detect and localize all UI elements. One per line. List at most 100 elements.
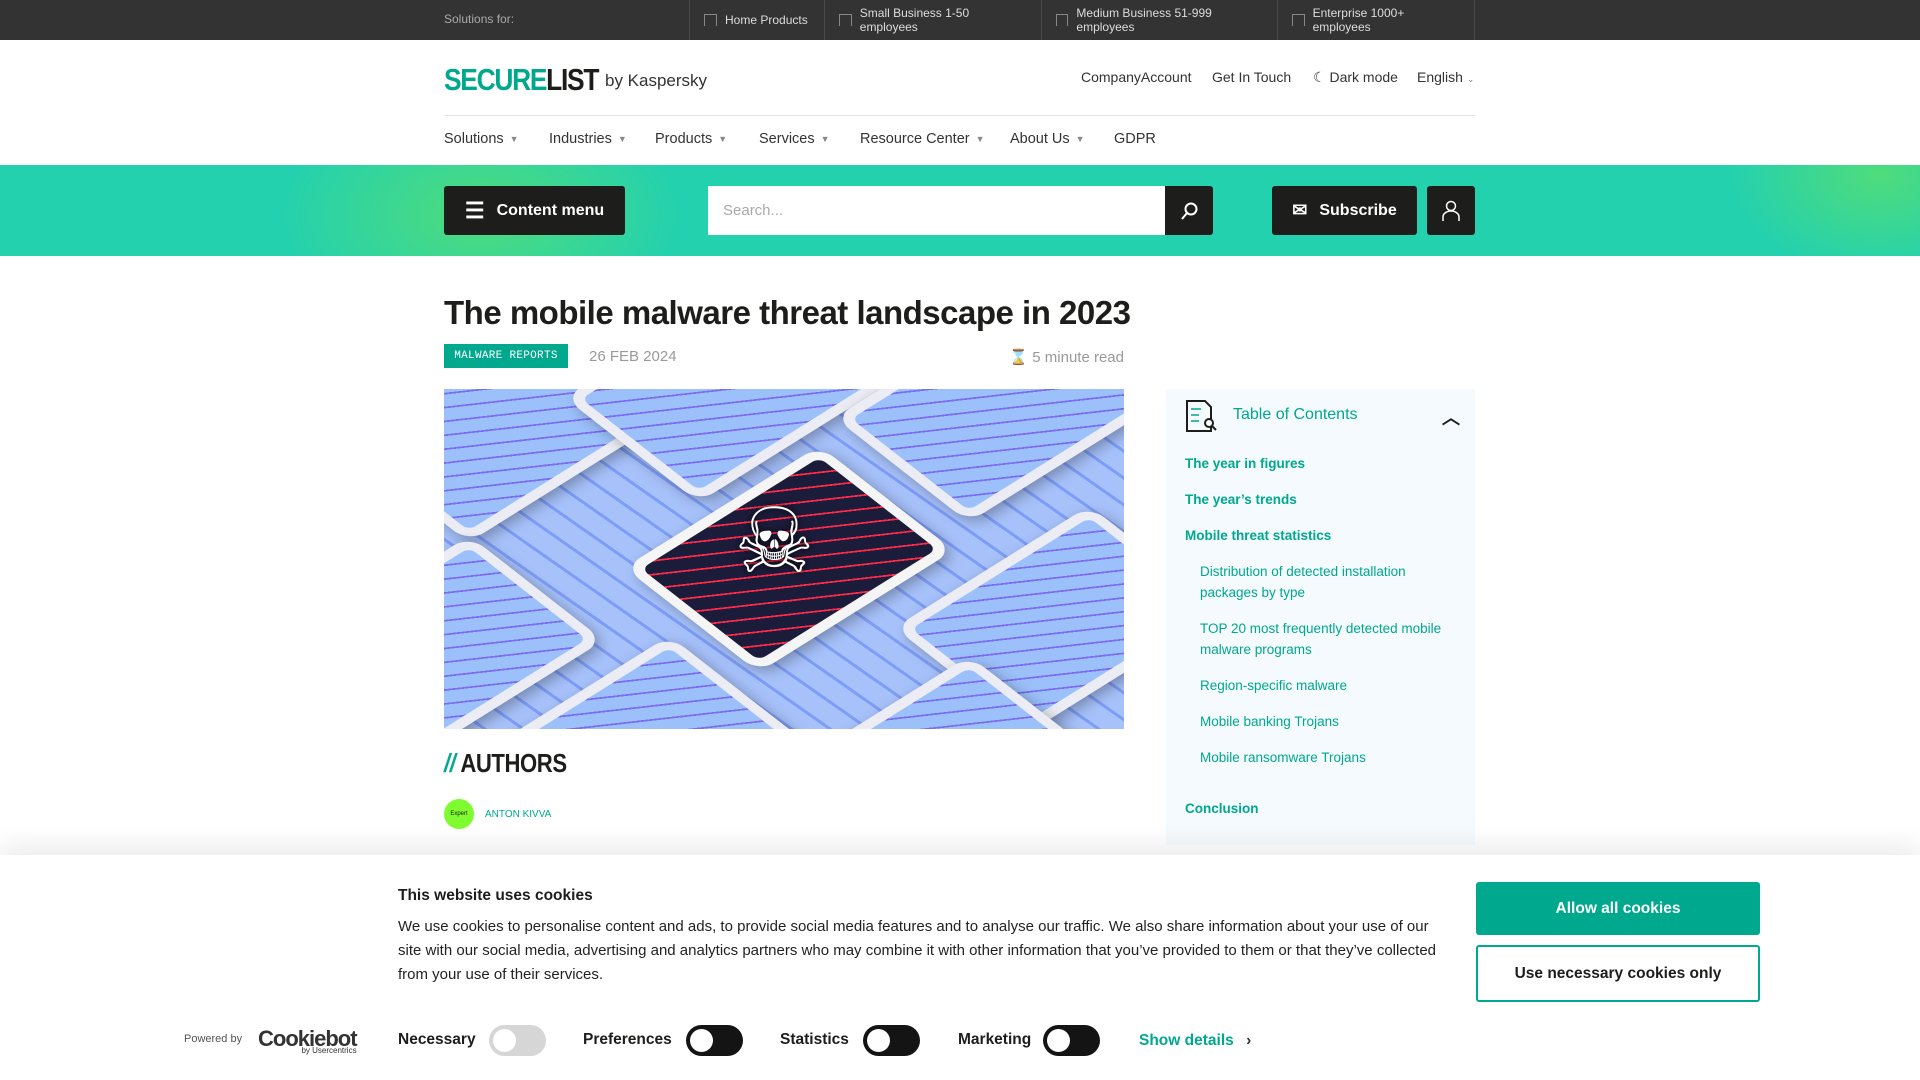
nav-label: Industries xyxy=(549,131,612,147)
toc-item[interactable]: The year in figures xyxy=(1185,453,1305,474)
user-icon xyxy=(1442,200,1460,221)
search-input[interactable] xyxy=(708,186,1165,235)
search-button[interactable] xyxy=(1165,186,1213,235)
chevron-down-icon: ▼ xyxy=(820,134,830,144)
securelist-logo[interactable]: SECURELIST xyxy=(444,62,599,98)
nav-label: GDPR xyxy=(1114,131,1156,147)
toc-item[interactable]: The year’s trends xyxy=(1185,489,1297,510)
statistics-label: Statistics xyxy=(780,1031,849,1048)
hourglass-icon: ⌛ xyxy=(1009,349,1029,366)
nav-label: Solutions xyxy=(444,131,504,147)
show-details-label: Show details xyxy=(1139,1032,1234,1049)
dark-mode-label: Dark mode xyxy=(1329,69,1398,85)
subscribe-button[interactable]: ✉ Subscribe xyxy=(1272,186,1417,235)
authors-heading: // AUTHORS xyxy=(444,748,567,779)
chevron-down-icon: ⌄ xyxy=(1466,74,1475,84)
necessary-toggle[interactable] xyxy=(489,1025,546,1056)
nav-label: Products xyxy=(655,131,713,147)
divider xyxy=(444,115,1475,116)
toc-subitem[interactable]: Mobile ransomware Trojans xyxy=(1200,747,1460,768)
nav-industries[interactable]: Industries ▼ xyxy=(549,131,627,147)
nav-solutions[interactable]: Solutions ▼ xyxy=(444,131,519,147)
chevron-down-icon: ▼ xyxy=(1075,134,1085,144)
show-details-link[interactable]: Show details › xyxy=(1139,1032,1251,1050)
nav-gdpr[interactable]: GDPR xyxy=(1114,131,1156,147)
nav-label: About Us xyxy=(1010,131,1070,147)
toc-subitem[interactable]: Region-specific malware xyxy=(1200,675,1460,696)
tower-icon xyxy=(1292,14,1305,26)
skull-crossbones-icon: ☠ xyxy=(734,492,815,592)
toc-title: Table of Contents xyxy=(1233,406,1358,423)
chevron-up-icon[interactable]: ︿ xyxy=(1442,404,1460,430)
marketing-label: Marketing xyxy=(958,1031,1032,1048)
publish-date: 26 FEB 2024 xyxy=(589,348,677,365)
get-in-touch-link[interactable]: Get In Touch xyxy=(1212,69,1291,85)
enterprise-link[interactable]: Enterprise 1000+ employees xyxy=(1277,0,1475,40)
author-link[interactable]: ANTON KIVVA xyxy=(485,809,551,820)
chevron-down-icon: ▼ xyxy=(718,134,728,144)
heading-prefix: // xyxy=(444,748,456,778)
cookie-body: We use cookies to personalise content an… xyxy=(398,918,1437,983)
hero-image: ☠ xyxy=(444,389,1124,729)
button-label: Content menu xyxy=(496,201,605,219)
envelope-icon: ✉ xyxy=(1292,200,1308,220)
cookiebot-logo[interactable]: Cookiebot by Usercentrics xyxy=(258,1026,358,1055)
chevron-down-icon: ▼ xyxy=(975,134,985,144)
chevron-down-icon: ▼ xyxy=(617,134,627,144)
home-products-link[interactable]: Home Products xyxy=(689,0,824,40)
medium-business-link[interactable]: Medium Business 51-999 employees xyxy=(1041,0,1277,40)
nav-about-us[interactable]: About Us ▼ xyxy=(1010,131,1085,147)
read-time-label: 5 minute read xyxy=(1032,349,1124,366)
read-time: ⌛ 5 minute read xyxy=(1003,348,1124,366)
link-label: Medium Business 51-999 employees xyxy=(1076,6,1212,34)
necessary-cookies-only-button[interactable]: Use necessary cookies only xyxy=(1476,945,1760,1002)
nav-services[interactable]: Services ▼ xyxy=(759,131,830,147)
user-account-button[interactable] xyxy=(1427,186,1475,235)
article-title: The mobile malware threat landscape in 2… xyxy=(444,294,1131,331)
building-icon xyxy=(1056,14,1069,26)
solutions-bar: Solutions for: Home Products Small Busin… xyxy=(0,0,1920,40)
toc-item[interactable]: Conclusion xyxy=(1185,798,1259,819)
heading-label: AUTHORS xyxy=(460,748,567,778)
by-kaspersky: by Kaspersky xyxy=(605,71,708,90)
content-menu-button[interactable]: ☰ Content menu xyxy=(444,186,625,235)
logo-part: SECURE xyxy=(444,62,547,97)
document-search-icon xyxy=(1186,400,1217,432)
dark-mode-toggle[interactable]: ☾ Dark mode xyxy=(1313,69,1398,86)
toc-subitem[interactable]: TOP 20 most frequently detected mobile m… xyxy=(1200,618,1460,660)
building-icon xyxy=(839,14,852,26)
link-label: Enterprise 1000+ employees xyxy=(1312,6,1405,34)
toc-item[interactable]: Mobile threat statistics xyxy=(1185,525,1331,546)
button-label: Subscribe xyxy=(1319,201,1397,219)
chevron-right-icon: › xyxy=(1246,1032,1252,1049)
link-label: Home Products xyxy=(725,13,808,27)
necessary-label: Necessary xyxy=(398,1031,476,1048)
nav-resource-center[interactable]: Resource Center ▼ xyxy=(860,131,985,147)
company-account-link[interactable]: CompanyAccount xyxy=(1081,69,1192,85)
search-icon xyxy=(1181,202,1198,220)
cookie-title: This website uses cookies xyxy=(398,887,593,904)
toc-subitem[interactable]: Mobile banking Trojans xyxy=(1200,711,1460,732)
chevron-down-icon: ▼ xyxy=(509,134,519,144)
powered-by: Powered by xyxy=(184,1033,243,1045)
moon-icon: ☾ xyxy=(1313,69,1326,85)
nav-label: Resource Center xyxy=(860,131,970,147)
logo-part: LIST xyxy=(546,62,599,97)
house-icon xyxy=(704,14,717,26)
category-tag[interactable]: MALWARE REPORTS xyxy=(444,344,568,368)
preferences-toggle[interactable] xyxy=(686,1025,743,1056)
language-select[interactable]: English ⌄ xyxy=(1417,69,1474,85)
link-label: Small Business 1-50 employees xyxy=(859,6,970,34)
toc-subitem[interactable]: Distribution of detected installation pa… xyxy=(1200,561,1460,603)
author-avatar[interactable]: Expert xyxy=(444,799,474,829)
hamburger-icon: ☰ xyxy=(464,197,485,223)
nav-label: Services xyxy=(759,131,815,147)
statistics-toggle[interactable] xyxy=(863,1025,920,1056)
nav-products[interactable]: Products ▼ xyxy=(655,131,727,147)
language-label: English xyxy=(1417,69,1463,85)
marketing-toggle[interactable] xyxy=(1043,1025,1100,1056)
allow-all-cookies-button[interactable]: Allow all cookies xyxy=(1476,882,1760,935)
solutions-label: Solutions for: xyxy=(444,12,515,26)
small-business-link[interactable]: Small Business 1-50 employees xyxy=(824,0,1041,40)
preferences-label: Preferences xyxy=(583,1031,672,1048)
